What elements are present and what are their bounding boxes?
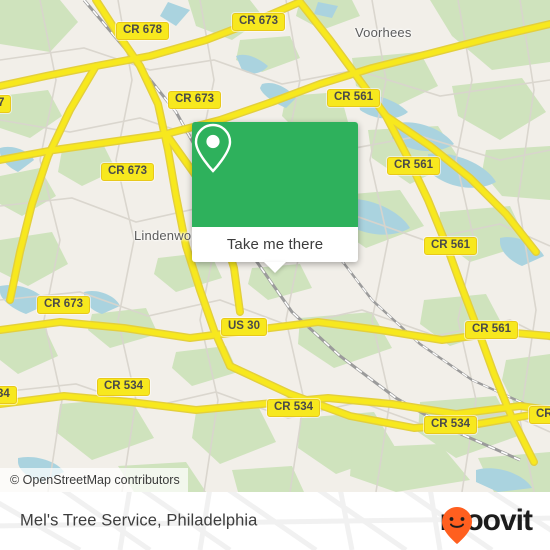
- moovit-logo[interactable]: moovit: [440, 506, 533, 544]
- road-shield: CR 534: [424, 416, 477, 434]
- road-shield: CR 561: [465, 321, 518, 339]
- footer-bar: Mel's Tree Service, Philadelphia moovit: [0, 492, 550, 550]
- road-shield: CR 673: [168, 91, 221, 109]
- map-pin-icon: [194, 123, 232, 173]
- road-shield: CR 673: [101, 163, 154, 181]
- destination-popup-card[interactable]: Take me there: [192, 122, 358, 273]
- take-me-there-label: Take me there: [226, 236, 324, 253]
- road-shield: 34: [0, 386, 17, 404]
- road-shield: CR: [529, 406, 550, 424]
- road-shield: CR 534: [97, 378, 150, 396]
- place-label: Voorhees: [355, 25, 412, 40]
- map-page: Voorhees Lindenwold CR 678 CR 673 CR 673…: [0, 0, 550, 550]
- map-attribution[interactable]: © OpenStreetMap contributors: [0, 468, 188, 492]
- road-shield: CR 673: [37, 296, 90, 314]
- road-shield: 7: [0, 95, 12, 113]
- road-shield: CR 673: [232, 13, 285, 31]
- road-shield: CR 561: [387, 157, 440, 175]
- footer-place-title: Mel's Tree Service, Philadelphia: [20, 511, 258, 530]
- popup-tail: [264, 262, 286, 273]
- popup-action-area[interactable]: Take me there: [192, 227, 358, 262]
- road-shield: CR 561: [424, 237, 477, 255]
- map-canvas[interactable]: Voorhees Lindenwold CR 678 CR 673 CR 673…: [0, 0, 550, 492]
- road-shield: CR 561: [327, 89, 380, 107]
- road-shield: CR 534: [267, 399, 320, 417]
- popup-pin-area: [192, 122, 358, 227]
- attribution-text: © OpenStreetMap contributors: [10, 473, 180, 487]
- road-shield: US 30: [221, 318, 267, 336]
- road-shield: CR 678: [116, 22, 169, 40]
- moovit-pin-smiley-icon: [441, 507, 472, 544]
